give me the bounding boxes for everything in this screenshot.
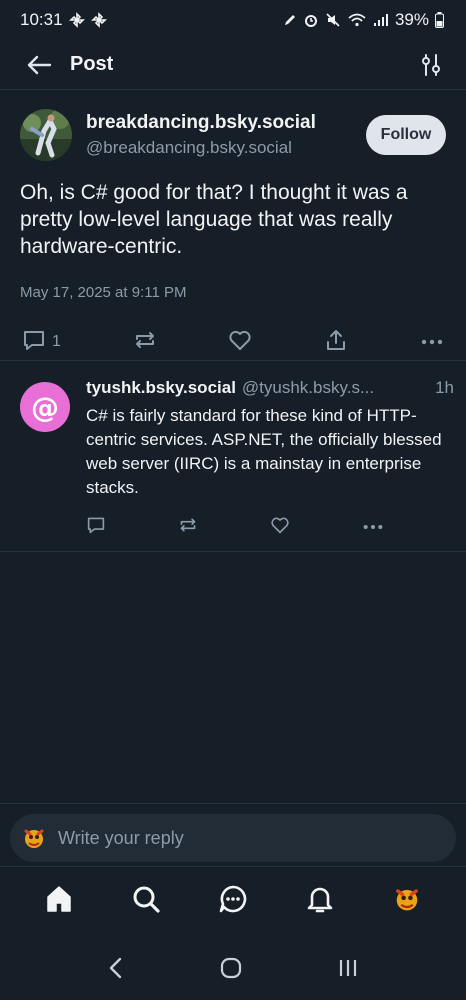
like-button[interactable] (228, 329, 252, 356)
status-time: 10:31 (20, 10, 63, 29)
reply-input[interactable]: Write your reply (10, 814, 456, 862)
pinwheel-icon (90, 12, 107, 28)
reply-button[interactable]: 1 (22, 329, 61, 356)
bottom-navigation (0, 870, 466, 932)
repost-icon (133, 329, 157, 356)
reply-avatar[interactable]: @ (20, 382, 70, 432)
at-sign-avatar-glyph: @ (31, 390, 59, 424)
divider (0, 551, 466, 552)
reply-placeholder: Write your reply (58, 827, 184, 848)
comment-icon (22, 329, 46, 356)
my-avatar (20, 824, 48, 852)
main-post: breakdancing.bsky.social @breakdancing.b… (0, 91, 466, 359)
system-back-icon[interactable] (106, 956, 126, 985)
repost-button[interactable] (133, 329, 157, 356)
more-options-button[interactable] (420, 333, 444, 351)
reply-repost-button[interactable] (178, 516, 270, 539)
author-handle[interactable]: @breakdancing.bsky.social (86, 138, 366, 158)
share-icon (324, 328, 348, 357)
bell-icon (305, 884, 335, 919)
status-bar: 10:31 39% (0, 0, 466, 40)
search-icon (131, 884, 161, 919)
pinwheel-icon (68, 12, 85, 28)
header: Post (0, 40, 466, 90)
reply-author-handle[interactable]: @tyushk.bsky.s... (242, 378, 374, 398)
reply-like-button[interactable] (270, 516, 362, 539)
post-date[interactable]: May 17, 2025 at 9:11 PM (20, 284, 446, 301)
heart-icon (270, 516, 290, 539)
alarm-icon (303, 12, 319, 28)
system-home-icon[interactable] (219, 956, 243, 985)
pen-icon (283, 13, 297, 27)
battery-icon (435, 12, 444, 28)
filter-sliders-icon[interactable] (416, 48, 446, 82)
back-arrow-icon[interactable] (22, 48, 56, 82)
nav-home[interactable] (37, 879, 81, 923)
reply-composer-area: Write your reply (0, 803, 466, 867)
signal-icon (373, 13, 389, 27)
nav-notifications[interactable] (298, 879, 342, 923)
chat-bubble-icon (218, 884, 248, 919)
mute-icon (325, 12, 341, 28)
post-text: Oh, is C# good for that? I thought it wa… (20, 181, 408, 258)
profile-avatar-icon (391, 882, 424, 920)
nav-profile[interactable] (385, 879, 429, 923)
reply-text: C# is fairly standard for these kind of … (86, 406, 442, 497)
wifi-icon (347, 12, 367, 28)
heart-icon (228, 329, 252, 356)
author-avatar[interactable] (20, 109, 72, 161)
nav-search[interactable] (124, 879, 168, 923)
system-recents-icon[interactable] (336, 956, 360, 985)
reply-reply-button[interactable] (86, 516, 178, 539)
author-name[interactable]: breakdancing.bsky.social (86, 112, 366, 134)
system-navigation (0, 940, 466, 1000)
follow-button[interactable]: Follow (366, 115, 446, 155)
repost-icon (178, 516, 198, 539)
reply-author-name[interactable]: tyushk.bsky.social (86, 378, 236, 398)
comment-icon (86, 516, 106, 539)
reply-post[interactable]: @ tyushk.bsky.social @tyushk.bsky.s... 1… (20, 378, 454, 540)
reply-count: 1 (52, 333, 61, 350)
reply-timestamp: 1h (435, 378, 454, 397)
divider (0, 360, 466, 361)
page-title: Post (70, 53, 114, 75)
ellipsis-icon (420, 333, 444, 351)
home-icon (44, 884, 74, 919)
battery-level: 39% (394, 10, 429, 29)
reply-more-button[interactable] (362, 518, 454, 536)
nav-chat[interactable] (211, 879, 255, 923)
post-actions: 1 (20, 325, 446, 359)
share-button[interactable] (324, 328, 348, 357)
ellipsis-icon (362, 518, 384, 536)
reply-actions (86, 514, 454, 540)
